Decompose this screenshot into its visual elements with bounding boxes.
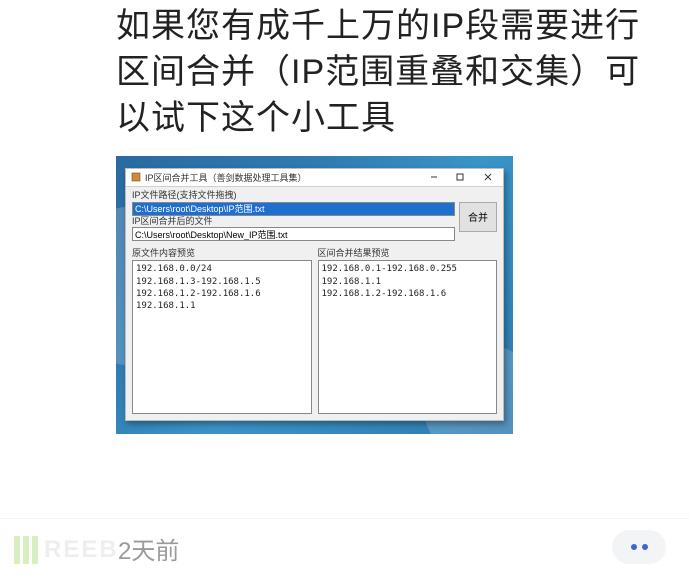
more-button[interactable] — [612, 530, 666, 564]
output-path-field[interactable] — [132, 227, 455, 241]
article-heading: 如果您有成千上万的IP段需要进行区间合并（IP范围重叠和交集）可以试下这个小工具 — [0, 0, 690, 150]
logo-bars-icon — [14, 536, 38, 564]
source-preview-label: 原文件内容预览 — [132, 246, 312, 259]
app-icon — [130, 171, 142, 183]
result-preview-label: 区间合并结果预览 — [318, 246, 498, 259]
dot-icon — [631, 544, 637, 550]
window-titlebar[interactable]: IP区间合并工具（善剑数据处理工具集） — [126, 169, 503, 187]
merge-button[interactable]: 合并 — [459, 202, 497, 232]
input-path-field[interactable] — [132, 202, 455, 216]
minimize-button[interactable] — [421, 169, 447, 186]
watermark-logo: REEB — [14, 536, 119, 564]
dot-icon — [642, 544, 648, 550]
post-timestamp: 2天前 — [118, 531, 179, 566]
close-button[interactable] — [473, 169, 503, 186]
result-preview-box[interactable]: 192.168.0.1-192.168.0.255 192.168.1.1 19… — [318, 260, 498, 413]
app-window: IP区间合并工具（善剑数据处理工具集） IP文件路径(支持文 — [125, 168, 504, 421]
window-body: IP文件路径(支持文件拖拽) IP区间合并后的文件 合并 原文件内容预览 192… — [126, 187, 503, 420]
logo-text: REEB — [44, 536, 119, 564]
article-footer: REEB 2天前 — [0, 518, 690, 578]
screenshot-container: IP区间合并工具（善剑数据处理工具集） IP文件路径(支持文 — [116, 156, 513, 434]
source-preview-box[interactable]: 192.168.0.0/24 192.168.1.3-192.168.1.5 1… — [132, 260, 312, 413]
maximize-button[interactable] — [447, 169, 473, 186]
window-title: IP区间合并工具（善剑数据处理工具集） — [145, 171, 421, 184]
output-path-label: IP区间合并后的文件 — [132, 217, 455, 227]
input-path-label: IP文件路径(支持文件拖拽) — [132, 191, 455, 201]
